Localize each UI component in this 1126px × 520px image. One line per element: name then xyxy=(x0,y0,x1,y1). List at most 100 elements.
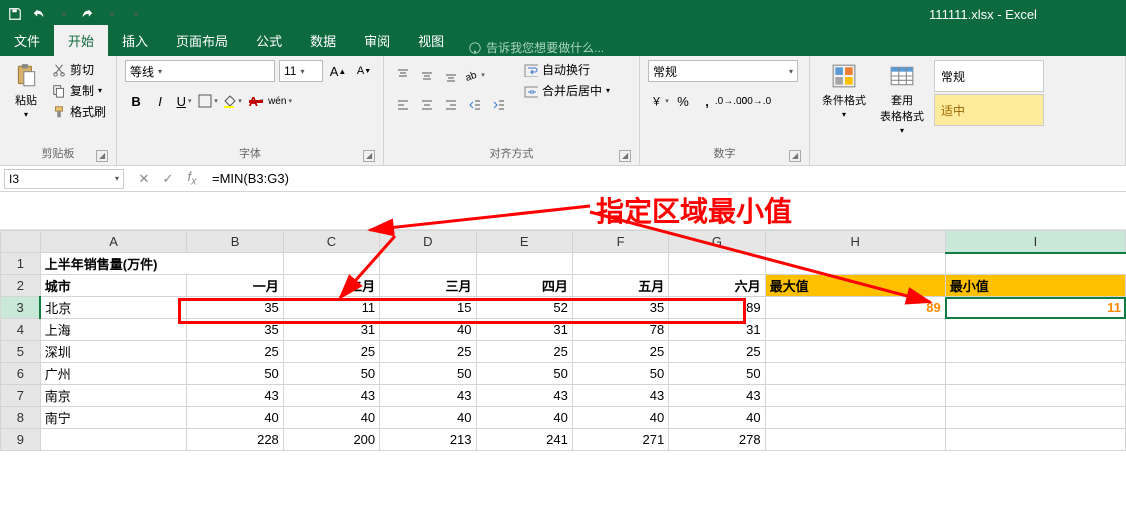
align-middle-button[interactable] xyxy=(416,64,438,86)
cell-D3[interactable]: 15 xyxy=(380,297,476,319)
undo-dropdown[interactable] xyxy=(54,5,72,23)
merge-center-button[interactable]: 合并后居中▾ xyxy=(522,81,612,100)
cell-F2[interactable]: 五月 xyxy=(572,275,668,297)
cell-D2[interactable]: 三月 xyxy=(380,275,476,297)
tab-formulas[interactable]: 公式 xyxy=(242,25,296,56)
font-launcher[interactable]: ◢ xyxy=(363,150,375,162)
col-header-F[interactable]: F xyxy=(572,231,668,253)
cell-A1[interactable]: 上半年销售量(万件) xyxy=(40,253,283,275)
align-bottom-button[interactable] xyxy=(440,64,462,86)
tab-insert[interactable]: 插入 xyxy=(108,25,162,56)
clipboard-launcher[interactable]: ◢ xyxy=(96,150,108,162)
col-header-C[interactable]: C xyxy=(283,231,379,253)
cell-C2[interactable]: 二月 xyxy=(283,275,379,297)
cell-style-neutral[interactable]: 适中 xyxy=(934,94,1044,126)
col-header-I[interactable]: I xyxy=(945,231,1125,253)
col-header-B[interactable]: B xyxy=(187,231,283,253)
phonetic-button[interactable]: wén▾ xyxy=(269,90,291,112)
decrease-font-button[interactable]: A▼ xyxy=(353,60,375,82)
qat-customize-dropdown[interactable] xyxy=(126,5,144,23)
italic-button[interactable]: I xyxy=(149,90,171,112)
cell-F3[interactable]: 35 xyxy=(572,297,668,319)
cell-G2[interactable]: 六月 xyxy=(669,275,765,297)
paste-button[interactable]: 粘贴 ▾ xyxy=(8,60,44,121)
cell-A6[interactable]: 广州 xyxy=(40,363,187,385)
cell-A3[interactable]: 北京 xyxy=(40,297,187,319)
cell-H3[interactable]: 89 xyxy=(765,297,945,319)
row-header-3[interactable]: 3 xyxy=(1,297,41,319)
align-center-button[interactable] xyxy=(416,94,438,116)
cell-G3[interactable]: 89 xyxy=(669,297,765,319)
cell-E3[interactable]: 52 xyxy=(476,297,572,319)
col-header-G[interactable]: G xyxy=(669,231,765,253)
decrease-decimal-button[interactable]: .00→.0 xyxy=(744,90,766,112)
cell-A2[interactable]: 城市 xyxy=(40,275,187,297)
cut-button[interactable]: 剪切 xyxy=(50,60,108,79)
cell-A7[interactable]: 南京 xyxy=(40,385,187,407)
accounting-format-button[interactable]: ￥▾ xyxy=(648,90,670,112)
tab-file[interactable]: 文件 xyxy=(0,25,54,56)
wrap-text-button[interactable]: 自动换行 xyxy=(522,60,612,79)
name-box[interactable]: I3▾ xyxy=(4,169,124,189)
col-header-A[interactable]: A xyxy=(40,231,187,253)
format-as-table-button[interactable]: 套用 表格格式▾ xyxy=(876,60,928,137)
align-top-button[interactable] xyxy=(392,64,414,86)
row-header-5[interactable]: 5 xyxy=(1,341,41,363)
increase-font-button[interactable]: A▲ xyxy=(327,60,349,82)
redo-dropdown[interactable] xyxy=(102,5,120,23)
font-size-combo[interactable]: 11▾ xyxy=(279,60,323,82)
font-color-button[interactable]: A▾ xyxy=(245,90,267,112)
row-header-9[interactable]: 9 xyxy=(1,429,41,451)
cell-B2[interactable]: 一月 xyxy=(187,275,283,297)
cell-E2[interactable]: 四月 xyxy=(476,275,572,297)
cell-I3[interactable]: 11 xyxy=(945,297,1125,319)
fill-color-button[interactable]: ▾ xyxy=(221,90,243,112)
row-header-7[interactable]: 7 xyxy=(1,385,41,407)
tell-me-box[interactable]: 告诉我您想要做什么... xyxy=(468,39,604,56)
row-header-1[interactable]: 1 xyxy=(1,253,41,275)
insert-function-button[interactable]: fx xyxy=(182,169,202,189)
format-painter-button[interactable]: 格式刷 xyxy=(50,102,108,121)
cell-C3[interactable]: 11 xyxy=(283,297,379,319)
align-right-button[interactable] xyxy=(440,94,462,116)
row-header-2[interactable]: 2 xyxy=(1,275,41,297)
number-format-combo[interactable]: 常规▾ xyxy=(648,60,798,82)
tab-pagelayout[interactable]: 页面布局 xyxy=(162,25,242,56)
row-header-6[interactable]: 6 xyxy=(1,363,41,385)
col-header-E[interactable]: E xyxy=(476,231,572,253)
cancel-formula-button[interactable]: ✕ xyxy=(134,169,154,189)
col-header-D[interactable]: D xyxy=(380,231,476,253)
conditional-format-button[interactable]: 条件格式▾ xyxy=(818,60,870,121)
cell-I2[interactable]: 最小值 xyxy=(945,275,1125,297)
col-header-H[interactable]: H xyxy=(765,231,945,253)
cell-A5[interactable]: 深圳 xyxy=(40,341,187,363)
tab-review[interactable]: 审阅 xyxy=(350,25,404,56)
border-button[interactable]: ▾ xyxy=(197,90,219,112)
tab-view[interactable]: 视图 xyxy=(404,25,458,56)
cell-B3[interactable]: 35 xyxy=(187,297,283,319)
bold-button[interactable]: B xyxy=(125,90,147,112)
save-icon[interactable] xyxy=(6,5,24,23)
cell-style-normal[interactable]: 常规 xyxy=(934,60,1044,92)
align-launcher[interactable]: ◢ xyxy=(619,150,631,162)
tab-data[interactable]: 数据 xyxy=(296,25,350,56)
align-left-button[interactable] xyxy=(392,94,414,116)
select-all-corner[interactable] xyxy=(1,231,41,253)
cell-A4[interactable]: 上海 xyxy=(40,319,187,341)
increase-indent-button[interactable] xyxy=(488,94,510,116)
cell-H2[interactable]: 最大值 xyxy=(765,275,945,297)
enter-formula-button[interactable]: ✓ xyxy=(158,169,178,189)
font-family-combo[interactable]: 等线▾ xyxy=(125,60,275,82)
tab-home[interactable]: 开始 xyxy=(54,25,108,56)
row-header-8[interactable]: 8 xyxy=(1,407,41,429)
row-header-4[interactable]: 4 xyxy=(1,319,41,341)
number-launcher[interactable]: ◢ xyxy=(789,150,801,162)
percent-button[interactable]: % xyxy=(672,90,694,112)
formula-input[interactable] xyxy=(208,169,1126,189)
redo-icon[interactable] xyxy=(78,5,96,23)
copy-button[interactable]: 复制▾ xyxy=(50,81,108,100)
orientation-button[interactable]: ab▾ xyxy=(464,64,486,86)
decrease-indent-button[interactable] xyxy=(464,94,486,116)
cell-A8[interactable]: 南宁 xyxy=(40,407,187,429)
underline-button[interactable]: U▾ xyxy=(173,90,195,112)
